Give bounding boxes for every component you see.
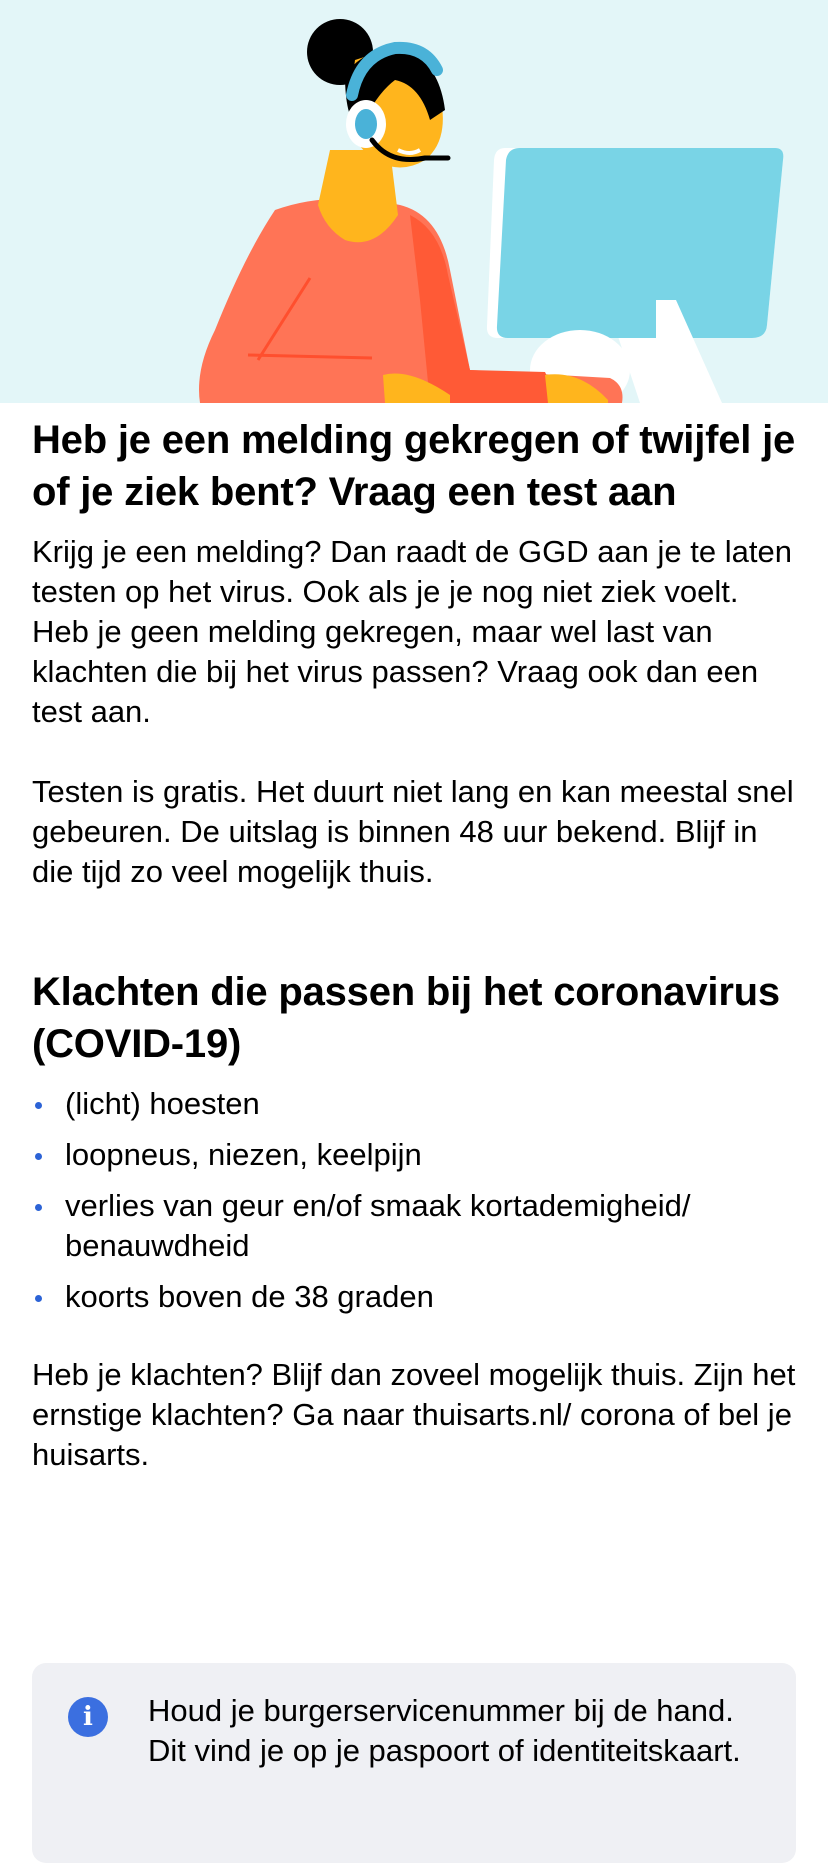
info-box: i Houd je burgerservicenummer bij de han…	[32, 1663, 796, 1863]
agent-head-illustration	[307, 19, 451, 243]
symptom-text: (licht) hoesten	[65, 1086, 260, 1121]
list-item: loopneus, niezen, keelpijn	[32, 1135, 796, 1175]
hero-banner	[0, 0, 828, 403]
info-icon: i	[68, 1697, 108, 1737]
symptoms-section: Klachten die passen bij het coronavirus …	[32, 966, 796, 1317]
symptom-text: loopneus, niezen, keelpijn	[65, 1137, 422, 1172]
symptoms-heading: Klachten die passen bij het coronavirus …	[32, 970, 780, 1066]
bullet-icon	[35, 1153, 42, 1160]
main-content: Heb je een melding gekregen of twijfel j…	[32, 414, 796, 1475]
intro-paragraph: Krijg je een melding? Dan raadt de GGD a…	[32, 534, 792, 729]
page-title: Heb je een melding gekregen of twijfel j…	[32, 418, 796, 514]
monitor-illustration	[486, 148, 784, 403]
symptoms-list: (licht) hoesten loopneus, niezen, keelpi…	[32, 1084, 796, 1317]
list-item: verlies van geur en/of smaak kortademigh…	[32, 1186, 796, 1266]
bullet-icon	[35, 1295, 42, 1302]
info-text: Houd je burgerservicenummer bij de hand.…	[148, 1693, 741, 1768]
advice-paragraph: Heb je klachten? Blijf dan zoveel mogeli…	[32, 1357, 796, 1472]
symptom-text: koorts boven de 38 graden	[65, 1279, 434, 1314]
list-item: (licht) hoesten	[32, 1084, 796, 1124]
list-item: koorts boven de 38 graden	[32, 1277, 796, 1317]
support-agent-illustration	[199, 19, 784, 403]
symptom-text: verlies van geur en/of smaak kortademigh…	[65, 1188, 691, 1263]
bullet-icon	[35, 1204, 42, 1211]
testing-info-paragraph: Testen is gratis. Het duurt niet lang en…	[32, 774, 794, 889]
bullet-icon	[35, 1102, 42, 1109]
